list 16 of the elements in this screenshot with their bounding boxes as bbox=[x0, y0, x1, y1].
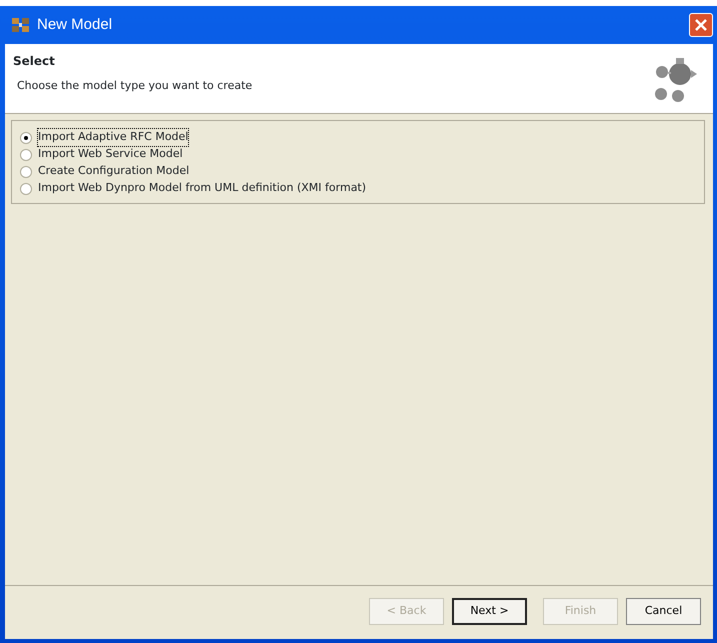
option-label[interactable]: Import Web Dynpro Model from UML definition (XMI format) bbox=[38, 180, 366, 197]
option-label[interactable]: Import Adaptive RFC Model bbox=[38, 129, 188, 146]
radio-button[interactable] bbox=[20, 132, 32, 144]
option-label[interactable]: Create Configuration Model bbox=[38, 163, 190, 180]
close-button[interactable] bbox=[689, 13, 713, 37]
app-icon bbox=[11, 17, 31, 33]
page-title: Select bbox=[13, 53, 56, 70]
radio-button[interactable] bbox=[20, 166, 32, 178]
window-title: New Model bbox=[37, 14, 112, 35]
radio-button[interactable] bbox=[20, 182, 32, 194]
next-button[interactable]: Next > bbox=[452, 598, 527, 625]
radio-button[interactable] bbox=[20, 148, 32, 160]
close-icon bbox=[694, 18, 708, 32]
cancel-button[interactable]: Cancel bbox=[626, 598, 701, 625]
option-label[interactable]: Import Web Service Model bbox=[38, 146, 183, 163]
page-description: Choose the model type you want to create bbox=[16, 78, 254, 94]
